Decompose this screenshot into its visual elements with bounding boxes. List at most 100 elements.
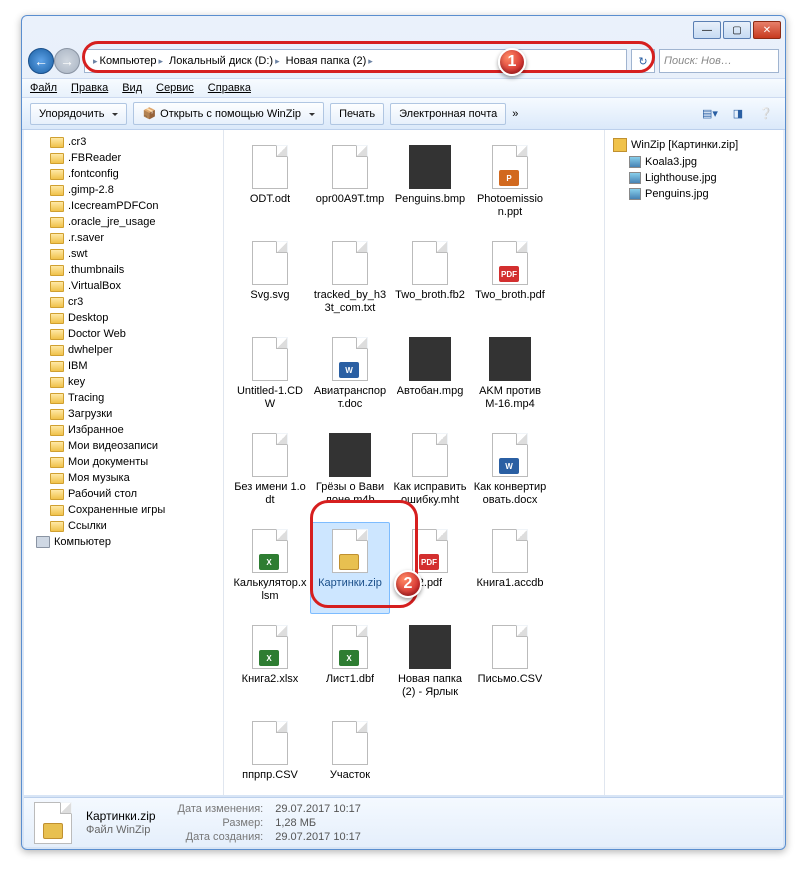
- file-item[interactable]: Как исправить ошибку.mht: [390, 426, 470, 518]
- tree-folder[interactable]: Doctor Web: [24, 326, 223, 342]
- thumbnail-icon: [409, 625, 451, 669]
- preview-header[interactable]: WinZip [Картинки.zip]: [609, 136, 779, 154]
- tree-folder[interactable]: cr3: [24, 294, 223, 310]
- file-item[interactable]: Без имени 1.odt: [230, 426, 310, 518]
- file-item[interactable]: tracked_by_h33t_com.txt: [310, 234, 390, 326]
- tree-folder[interactable]: .r.saver: [24, 230, 223, 246]
- tree-folder[interactable]: .IcecreamPDFCon: [24, 198, 223, 214]
- file-item[interactable]: opr00A9T.tmp: [310, 138, 390, 230]
- file-item[interactable]: Автобан.mpg: [390, 330, 470, 422]
- file-item[interactable]: ODT.odt: [230, 138, 310, 230]
- file-item[interactable]: ппрпр.CSV: [230, 714, 310, 795]
- breadcrumb[interactable]: Локальный диск (D:)▸: [167, 55, 284, 67]
- tree-folder[interactable]: IBM: [24, 358, 223, 374]
- tree-folder[interactable]: Мои документы: [24, 454, 223, 470]
- tree-folder[interactable]: .swt: [24, 246, 223, 262]
- search-input[interactable]: Поиск: Нов…: [659, 49, 779, 73]
- file-item[interactable]: Svg.svg: [230, 234, 310, 326]
- tree-folder[interactable]: .cr3: [24, 134, 223, 150]
- file-item[interactable]: PDF2.pdf: [390, 522, 470, 614]
- file-icon: [332, 241, 368, 285]
- folder-icon: [50, 345, 64, 356]
- tree-folder[interactable]: dwhelper: [24, 342, 223, 358]
- file-item[interactable]: Письмо.CSV: [470, 618, 550, 710]
- file-item[interactable]: Penguins.bmp: [390, 138, 470, 230]
- file-item[interactable]: XКалькулятор.xlsm: [230, 522, 310, 614]
- file-list[interactable]: ODT.odtopr00A9T.tmpPenguins.bmpPPhotoemi…: [224, 130, 605, 795]
- file-name: Картинки.zip: [318, 577, 382, 590]
- breadcrumb[interactable]: ▸Компьютер▸: [89, 55, 167, 67]
- preview-item[interactable]: Koala3.jpg: [609, 154, 779, 170]
- file-icon: [252, 145, 288, 189]
- more-button[interactable]: »: [512, 108, 518, 120]
- tree-label: .VirtualBox: [68, 280, 121, 292]
- tree-folder[interactable]: Моя музыка: [24, 470, 223, 486]
- file-item[interactable]: WКак конвертировать.docx: [470, 426, 550, 518]
- tree-label: IBM: [68, 360, 88, 372]
- minimize-button[interactable]: —: [693, 21, 721, 39]
- thumbnail-icon: [489, 337, 531, 381]
- tree-label: dwhelper: [68, 344, 113, 356]
- explorer-window: — ▢ ✕ ← → ▸Компьютер▸ Локальный диск (D:…: [21, 15, 786, 850]
- refresh-button[interactable]: ↻: [631, 49, 655, 73]
- maximize-button[interactable]: ▢: [723, 21, 751, 39]
- tree-label: .fontconfig: [68, 168, 119, 180]
- folder-icon: [50, 169, 64, 180]
- tree-label: Doctor Web: [68, 328, 126, 340]
- open-with-button[interactable]: 📦Открыть с помощью WinZip: [133, 102, 324, 125]
- file-item[interactable]: PPhotoemission.ppt: [470, 138, 550, 230]
- address-bar[interactable]: ▸Компьютер▸ Локальный диск (D:)▸ Новая п…: [84, 49, 627, 73]
- tree-folder[interactable]: .FBReader: [24, 150, 223, 166]
- tree-folder[interactable]: .thumbnails: [24, 262, 223, 278]
- tree-folder[interactable]: Загрузки: [24, 406, 223, 422]
- forward-button[interactable]: →: [54, 48, 80, 74]
- preview-item[interactable]: Lighthouse.jpg: [609, 170, 779, 186]
- tree-folder[interactable]: Избранное: [24, 422, 223, 438]
- file-name: Two_broth.pdf: [475, 289, 545, 302]
- file-item[interactable]: XКнига2.xlsx: [230, 618, 310, 710]
- file-item[interactable]: Two_broth.fb2: [390, 234, 470, 326]
- tree-folder[interactable]: Desktop: [24, 310, 223, 326]
- menu-tools[interactable]: Сервис: [156, 82, 194, 94]
- tree-folder[interactable]: Рабочий стол: [24, 486, 223, 502]
- folder-tree[interactable]: .cr3.FBReader .fontconfig .gimp-2.8.Icecre…: [24, 130, 224, 795]
- tree-folder[interactable]: key: [24, 374, 223, 390]
- file-item[interactable]: Untitled-1.CDW: [230, 330, 310, 422]
- view-options-button[interactable]: ▤▾: [699, 103, 721, 125]
- menu-file[interactable]: Файл: [30, 82, 57, 94]
- file-item[interactable]: Книга1.accdb: [470, 522, 550, 614]
- file-item[interactable]: WАвиатранспорт.doc: [310, 330, 390, 422]
- menu-help[interactable]: Справка: [208, 82, 251, 94]
- tree-folder[interactable]: Ссылки: [24, 518, 223, 534]
- help-button[interactable]: ❔: [755, 103, 777, 125]
- tree-folder[interactable]: .gimp-2.8: [24, 182, 223, 198]
- organize-button[interactable]: Упорядочить: [30, 103, 127, 125]
- file-item[interactable]: PDFTwo_broth.pdf: [470, 234, 550, 326]
- file-item[interactable]: Участок: [310, 714, 390, 795]
- tree-folder[interactable]: Мои видеозаписи: [24, 438, 223, 454]
- file-name: Письмо.CSV: [478, 673, 543, 686]
- body-area: .cr3.FBReader .fontconfig .gimp-2.8.Icecre…: [24, 130, 783, 795]
- menu-edit[interactable]: Правка: [71, 82, 108, 94]
- tree-label: .r.saver: [68, 232, 104, 244]
- back-button[interactable]: ←: [28, 48, 54, 74]
- tree-folder[interactable]: Tracing: [24, 390, 223, 406]
- close-button[interactable]: ✕: [753, 21, 781, 39]
- file-item[interactable]: XЛист1.dbf: [310, 618, 390, 710]
- preview-item[interactable]: Penguins.jpg: [609, 186, 779, 202]
- email-button[interactable]: Электронная почта: [390, 103, 506, 125]
- folder-icon: [50, 473, 64, 484]
- preview-pane-button[interactable]: ◨: [727, 103, 749, 125]
- print-button[interactable]: Печать: [330, 103, 384, 125]
- menu-view[interactable]: Вид: [122, 82, 142, 94]
- tree-folder[interactable]: .VirtualBox: [24, 278, 223, 294]
- tree-folder[interactable]: .fontconfig: [24, 166, 223, 182]
- tree-computer[interactable]: Компьютер: [24, 534, 223, 550]
- file-item[interactable]: Грёзы о Вавилоне.m4b: [310, 426, 390, 518]
- breadcrumb[interactable]: Новая папка (2)▸: [284, 55, 377, 67]
- tree-folder[interactable]: Сохраненные игры: [24, 502, 223, 518]
- tree-folder[interactable]: .oracle_jre_usage: [24, 214, 223, 230]
- file-item[interactable]: AKM против M-16.mp4: [470, 330, 550, 422]
- file-item[interactable]: Картинки.zip: [310, 522, 390, 614]
- file-item[interactable]: Новая папка (2) - Ярлык: [390, 618, 470, 710]
